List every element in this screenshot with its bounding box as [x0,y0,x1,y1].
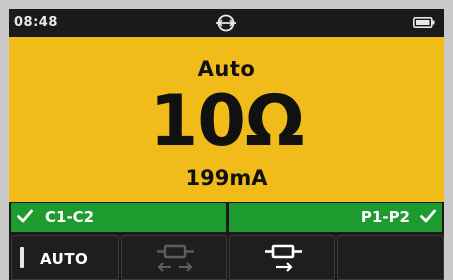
indicator-bar [20,247,24,268]
clock: 08:48 [14,15,58,30]
bidirectional-current-icon [157,244,194,272]
battery-icon [413,17,435,28]
range-mode-label: Auto [197,57,256,81]
check-icon [17,209,33,223]
softkey-forward[interactable] [229,235,335,280]
probe-connection-icon [216,14,236,32]
status-bar: 08:48 [9,9,444,37]
lead-status-p1-p2: P1-P2 [229,203,442,232]
softkey-empty[interactable] [337,235,444,280]
resistance-reading: 10Ω [149,80,305,162]
softkey-auto[interactable]: AUTO [11,235,119,280]
softkey-bar: AUTO [9,235,444,280]
forward-current-icon [265,244,302,272]
lead-label-c1-c2: C1-C2 [45,208,95,226]
test-current-reading: 199mA [185,166,268,190]
lead-status-c1-c2: C1-C2 [11,203,226,232]
lead-label-p1-p2: P1-P2 [360,208,410,226]
check-icon [420,209,436,223]
softkey-bidirectional[interactable] [121,235,227,280]
lead-status-row: C1-C2 P1-P2 [9,203,444,232]
meter-screen: 08:48 Auto 10Ω 199mA C1-C2 P1-P2 AUTO [9,9,444,280]
measurement-display: Auto 10Ω 199mA [9,37,444,202]
softkey-auto-label: AUTO [40,250,89,268]
